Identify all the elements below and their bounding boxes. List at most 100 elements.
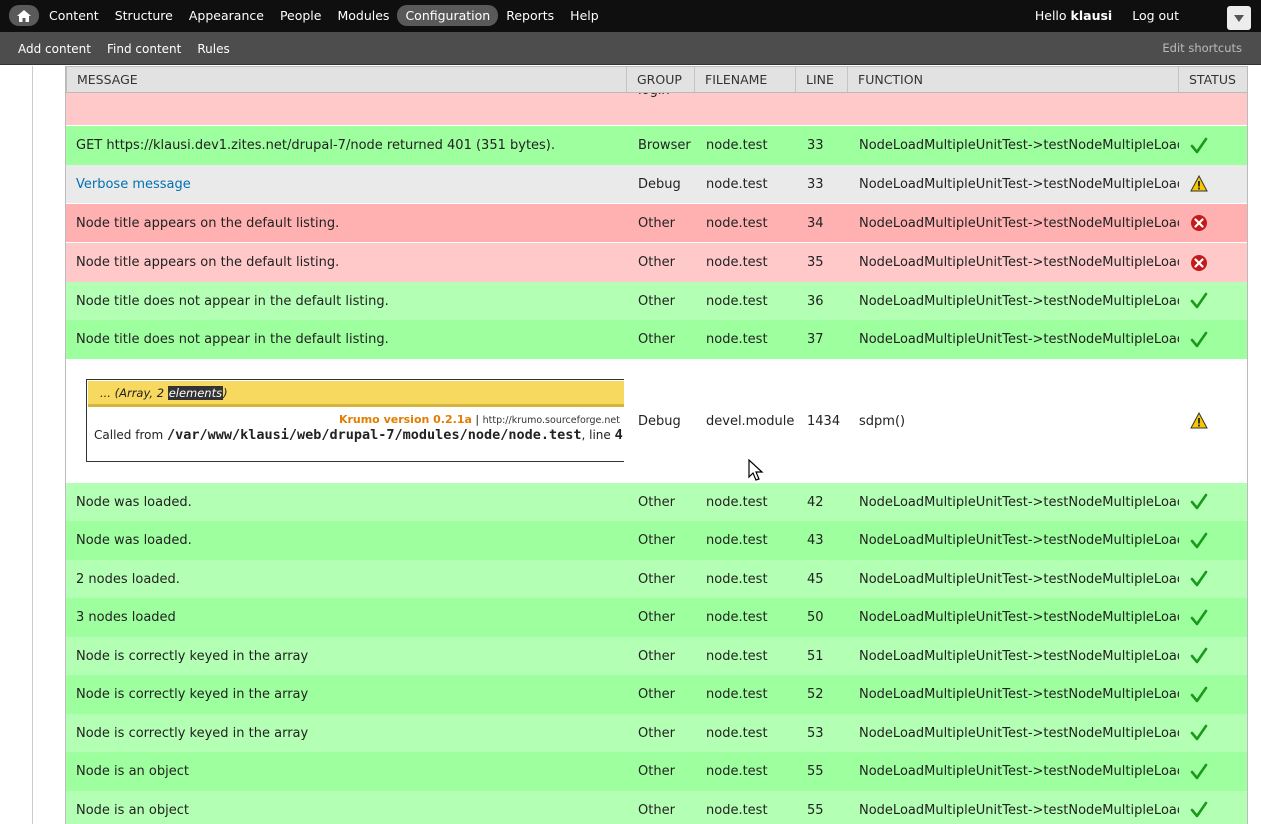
row-function: NodeLoadMultipleUnitTest->testNodeMultip… xyxy=(859,215,1179,231)
row-status xyxy=(1186,126,1212,165)
row-message: Node is correctly keyed in the array xyxy=(76,648,309,664)
menu-appearance[interactable]: Appearance xyxy=(181,5,272,26)
warning-icon xyxy=(1190,412,1208,429)
check-icon xyxy=(1190,609,1208,625)
check-icon xyxy=(1190,801,1208,818)
row-group: Other xyxy=(638,571,675,587)
main-content: MESSAGE GROUP FILENAME LINE FUNCTION STA… xyxy=(33,66,1261,824)
row-filename: node.test xyxy=(706,332,768,347)
menu-people[interactable]: People xyxy=(272,5,330,26)
row-status xyxy=(1186,521,1212,560)
shortcut-find-content[interactable]: Find content xyxy=(99,42,189,56)
hello-text: Hello xyxy=(1034,8,1067,23)
row-filename: node.test xyxy=(706,802,768,818)
row-message: Node is an object xyxy=(76,764,189,779)
row-filename: node.test xyxy=(706,138,768,153)
home-button[interactable] xyxy=(9,5,39,26)
menu-structure[interactable]: Structure xyxy=(107,5,181,26)
row-line: 36 xyxy=(807,293,824,309)
row-function: NodeLoadMultipleUnitTest->testNodeMultip… xyxy=(859,138,1179,153)
logout-link[interactable]: Log out xyxy=(1132,8,1179,23)
check-icon xyxy=(1190,532,1208,548)
row-group: Other xyxy=(638,255,675,270)
row-filename: node.test xyxy=(706,255,768,270)
row-status xyxy=(1186,752,1212,791)
row-line: 37 xyxy=(807,332,824,347)
row-filename: node.test xyxy=(706,494,768,510)
username-link[interactable]: klausi xyxy=(1071,8,1113,23)
row-function: NodeLoadMultipleUnitTest->testNodeMultip… xyxy=(859,293,1179,309)
row-status xyxy=(1186,165,1212,203)
row-status xyxy=(1186,675,1212,714)
row-filename: node.test xyxy=(706,533,768,548)
table-row: Node title does not appear in the defaul… xyxy=(66,282,1247,320)
shortcut-rules[interactable]: Rules xyxy=(189,42,237,56)
menu-help[interactable]: Help xyxy=(562,5,607,26)
table-row: Node is an object Other node.test 55 NodeLoa… xyxy=(66,752,1247,791)
header-function: FUNCTION xyxy=(848,67,1179,92)
warning-icon xyxy=(1190,175,1208,192)
admin-toolbar: Content Structure Appearance People Modu… xyxy=(0,0,1261,32)
row-function: NodeLoadMultipleUnitTest->testNodeMultip… xyxy=(859,687,1179,702)
row-line: 33 xyxy=(807,176,824,192)
chevron-down-icon xyxy=(1234,14,1244,22)
table-row: 2 nodes loaded. Other node.test 45 NodeLoadM… xyxy=(66,560,1247,598)
row-line: 35 xyxy=(807,255,824,270)
row-group: Debug xyxy=(638,176,681,192)
error-icon xyxy=(1191,254,1207,271)
menu-modules[interactable]: Modules xyxy=(329,5,397,26)
edit-shortcuts-link[interactable]: Edit shortcuts xyxy=(1162,32,1242,65)
row-function: NodeLoadMultipleUnitTest->testNodeMultip… xyxy=(859,255,1179,270)
check-icon xyxy=(1190,763,1208,779)
row-line: 52 xyxy=(807,687,824,702)
menu-content[interactable]: Content xyxy=(41,5,107,26)
row-filename: node.test xyxy=(706,687,768,702)
row-message: GET https://klausi.dev1.zites.net/drupal… xyxy=(76,138,556,153)
header-group: GROUP xyxy=(627,67,695,92)
krumo-summary-bar[interactable]: ... (Array, 2 elements) xyxy=(88,381,624,407)
row-group: Other xyxy=(638,494,675,510)
row-message: Node was loaded. xyxy=(76,494,192,510)
called-from-line-label: , line xyxy=(581,428,615,442)
header-status: STATUS xyxy=(1189,72,1236,87)
row-line: 33 xyxy=(807,138,824,153)
row-group: Other xyxy=(638,725,675,741)
row-status xyxy=(1186,791,1212,824)
row-line: 50 xyxy=(807,610,824,625)
krumo-summary-highlight: elements xyxy=(167,386,224,400)
mouse-cursor xyxy=(748,459,764,481)
krumo-version-line: Krumo version 0.2.1a | http://krumo.sour… xyxy=(339,413,620,426)
check-icon xyxy=(1190,724,1208,741)
row-filename: node.test xyxy=(706,176,768,192)
table-header: MESSAGE GROUP FILENAME LINE FUNCTION STA… xyxy=(66,66,1247,93)
row-filename: node.test xyxy=(706,571,768,587)
row-group: Other xyxy=(638,215,675,231)
row-function: NodeLoadMultipleUnitTest->testNodeMultip… xyxy=(859,494,1179,510)
table-row: Node is an object Other node.test 55 NodeLoa… xyxy=(66,791,1247,824)
home-icon xyxy=(17,9,31,22)
header-filename: FILENAME xyxy=(695,67,796,92)
row-status xyxy=(1186,320,1212,359)
user-area: Hello klausi Log out xyxy=(1035,5,1179,26)
row-group: Other xyxy=(638,293,675,309)
row-function: NodeLoadMultipleUnitTest->testNodeMultip… xyxy=(859,725,1179,741)
called-from-path: /var/www/klausi/web/drupal-7/modules/nod… xyxy=(166,427,582,443)
row-message: Node title appears on the default listin… xyxy=(76,215,340,231)
row-function: NodeLoadMultipleUnitTest->testNodeMultip… xyxy=(859,802,1179,818)
row-group: Other xyxy=(638,802,675,818)
shortcut-list: Add content Find content Rules xyxy=(10,32,238,65)
row-filename: node.test xyxy=(706,725,768,741)
row-function: NodeLoadMultipleUnitTest->testNodeMultip… xyxy=(859,176,1179,192)
row-message: 2 nodes loaded. xyxy=(76,571,180,587)
table-row: Node title appears on the default listin… xyxy=(66,243,1247,282)
row-group: Other xyxy=(638,687,675,702)
menu-reports[interactable]: Reports xyxy=(498,5,562,26)
row-group: Debug xyxy=(638,413,681,429)
toolbar-toggle-button[interactable] xyxy=(1227,6,1251,30)
menu-configuration[interactable]: Configuration xyxy=(397,5,499,26)
shortcut-add-content[interactable]: Add content xyxy=(10,42,99,56)
verbose-message-link[interactable]: Verbose message xyxy=(76,177,191,192)
krumo-url-link[interactable]: http://krumo.sourceforge.net xyxy=(483,415,620,426)
row-message: 3 nodes loaded xyxy=(76,610,176,625)
test-results-table: MESSAGE GROUP FILENAME LINE FUNCTION STA… xyxy=(65,66,1248,824)
